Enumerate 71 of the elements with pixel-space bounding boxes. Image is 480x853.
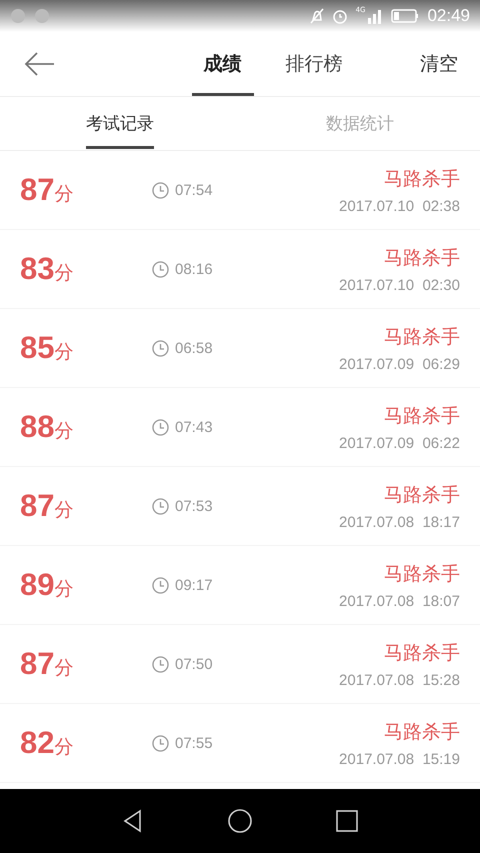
back-arrow-icon[interactable] — [24, 51, 56, 77]
record-title: 马路杀手 — [384, 640, 460, 666]
record-date: 2017.07.08 18:07 — [339, 592, 460, 610]
record-row[interactable]: 89分 09:17 马路杀手 2017.07.08 18:07 — [0, 546, 480, 625]
tab[interactable]: 成绩 — [192, 32, 254, 96]
record-date: 2017.07.10 02:30 — [339, 276, 460, 294]
app-icon — [10, 8, 26, 24]
clock-icon — [152, 734, 169, 752]
duration-text: 06:58 — [175, 340, 213, 356]
home-icon[interactable] — [226, 808, 253, 834]
app-icon — [34, 8, 50, 24]
clock-icon — [152, 656, 169, 672]
record-date: 2017.07.10 02:38 — [339, 198, 460, 214]
record-date: 2017.07.09 06:29 — [339, 356, 460, 372]
record-title: 马路杀手 — [384, 562, 460, 586]
score-unit: 分 — [54, 735, 74, 760]
record-row[interactable]: 87分 07:53 马路杀手 2017.07.08 18:17 — [0, 467, 480, 546]
record-date: 2017.07.08 15:28 — [339, 672, 460, 688]
score-unit: 分 — [54, 656, 74, 681]
score-text: 85 — [20, 330, 54, 366]
record-date: 2017.07.08 18:17 — [339, 514, 460, 530]
record-row[interactable]: 85分 06:58 马路杀手 2017.07.09 06:29 — [0, 309, 480, 388]
mute-icon — [310, 8, 324, 24]
clock-icon — [152, 418, 169, 436]
score-unit: 分 — [54, 182, 74, 207]
duration-text: 07:50 — [175, 656, 213, 672]
recents-icon[interactable] — [334, 808, 360, 834]
score-unit: 分 — [54, 261, 74, 286]
record-date: 2017.07.09 06:22 — [339, 434, 460, 452]
record-row[interactable]: 87分 07:54 马路杀手 2017.07.10 02:38 — [0, 151, 480, 230]
clear-button[interactable]: 清空 — [420, 51, 458, 77]
score-unit: 分 — [54, 498, 74, 523]
clock-icon — [152, 182, 169, 198]
score-text: 89 — [20, 567, 54, 603]
duration-text: 07:55 — [175, 734, 213, 752]
record-row[interactable]: 87分 07:50 马路杀手 2017.07.08 15:28 — [0, 625, 480, 704]
score-unit: 分 — [54, 340, 74, 365]
score-unit: 分 — [54, 419, 74, 444]
alarm-icon — [332, 8, 348, 24]
record-row[interactable]: 83分 08:16 马路杀手 2017.07.10 02:30 — [0, 230, 480, 309]
duration-text: 07:53 — [175, 498, 213, 514]
record-title: 马路杀手 — [384, 166, 460, 192]
duration-text: 09:17 — [175, 576, 213, 594]
battery-icon — [391, 9, 420, 23]
record-title: 马路杀手 — [384, 482, 460, 508]
score-text: 87 — [20, 488, 54, 524]
clock-icon — [152, 260, 169, 278]
score-text: 87 — [20, 646, 54, 682]
record-row[interactable]: 88分 07:43 马路杀手 2017.07.09 06:22 — [0, 388, 480, 467]
record-date: 2017.07.08 15:19 — [339, 750, 460, 768]
duration-text: 08:16 — [175, 260, 213, 278]
duration-text: 07:43 — [175, 418, 213, 436]
record-title: 马路杀手 — [384, 404, 460, 428]
score-text: 88 — [20, 409, 54, 445]
duration-text: 07:54 — [175, 182, 213, 198]
score-text: 83 — [20, 251, 54, 287]
record-title: 马路杀手 — [384, 324, 460, 350]
record-title: 马路杀手 — [384, 246, 460, 270]
clock-icon — [152, 340, 169, 356]
clock-icon — [152, 576, 169, 594]
clock-icon — [152, 498, 169, 514]
record-title: 马路杀手 — [384, 720, 460, 744]
clock-time: 02:49 — [427, 6, 470, 26]
score-text: 87 — [20, 172, 54, 208]
score-text: 82 — [20, 725, 54, 761]
score-unit: 分 — [54, 577, 74, 602]
subtab[interactable]: 考试记录 — [86, 98, 154, 149]
record-row[interactable]: 82分 07:55 马路杀手 2017.07.08 15:19 — [0, 704, 480, 783]
tab[interactable]: 排行榜 — [274, 32, 354, 96]
subtab[interactable]: 数据统计 — [326, 98, 394, 149]
signal-icon — [367, 8, 384, 24]
